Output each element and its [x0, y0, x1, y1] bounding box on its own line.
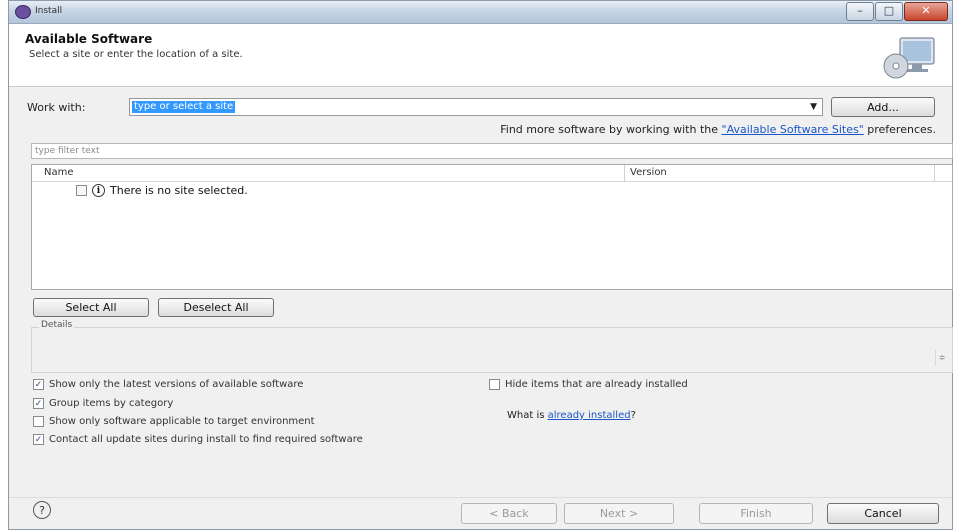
work-with-label: Work with: [27, 101, 86, 114]
page-description: Select a site or enter the location of a… [29, 49, 243, 60]
details-scroll-icon[interactable]: ≑ [935, 350, 948, 366]
tree-row[interactable]: i There is no site selected. [76, 184, 248, 197]
target-environment-checkbox[interactable] [33, 416, 44, 427]
option-contact-sites[interactable]: ✓ Contact all update sites during instal… [33, 434, 363, 445]
title-bar: Install – □ ✕ [9, 1, 952, 24]
row-checkbox[interactable] [76, 185, 87, 196]
details-group: ≑ [31, 327, 953, 373]
tree-header: Name Version [32, 165, 952, 182]
details-label: Details [39, 320, 75, 330]
available-sites-hint: Find more software by working with the "… [500, 123, 936, 136]
install-window-icon [15, 5, 31, 19]
column-divider [624, 165, 625, 181]
back-button[interactable]: < Back [461, 503, 557, 524]
deselect-all-button[interactable]: Deselect All [158, 298, 274, 317]
add-button[interactable]: Add... [831, 97, 935, 117]
work-with-value[interactable]: type or select a site [132, 101, 236, 113]
already-installed-link[interactable]: already installed [548, 410, 631, 421]
install-dialog: Install – □ ✕ Available Software Select … [8, 0, 953, 530]
column-name[interactable]: Name [44, 167, 74, 178]
software-tree[interactable]: Name Version i There is no site selected… [31, 164, 953, 290]
option-group-by-category[interactable]: ✓ Group items by category [33, 398, 173, 409]
dropdown-arrow-icon[interactable]: ▼ [810, 102, 817, 112]
next-button[interactable]: Next > [564, 503, 674, 524]
option-latest-versions[interactable]: ✓ Show only the latest versions of avail… [33, 379, 303, 390]
contact-sites-checkbox[interactable]: ✓ [33, 434, 44, 445]
wizard-header: Available Software Select a site or ente… [9, 24, 952, 87]
latest-versions-label: Show only the latest versions of availab… [49, 379, 304, 390]
option-hide-installed[interactable]: Hide items that are already installed [489, 379, 688, 390]
hide-installed-checkbox[interactable] [489, 379, 500, 390]
page-title: Available Software [25, 32, 153, 46]
help-icon[interactable]: ? [33, 501, 51, 519]
hint-suffix: preferences. [863, 123, 936, 136]
contact-sites-label: Contact all update sites during install … [49, 434, 363, 445]
work-with-combo[interactable]: type or select a site ▼ [129, 98, 823, 116]
what-is-suffix: ? [630, 410, 636, 421]
what-is-prefix: What is [507, 410, 548, 421]
hide-installed-label: Hide items that are already installed [505, 379, 688, 390]
monitor-cd-icon [883, 37, 935, 79]
hint-prefix: Find more software by working with the [500, 123, 722, 136]
latest-versions-checkbox[interactable]: ✓ [33, 379, 44, 390]
window-title: Install [35, 6, 63, 16]
option-target-environment[interactable]: Show only software applicable to target … [33, 416, 315, 427]
cancel-button[interactable]: Cancel [827, 503, 939, 524]
available-software-sites-link[interactable]: "Available Software Sites" [722, 123, 864, 136]
group-by-category-label: Group items by category [49, 398, 174, 409]
group-by-category-checkbox[interactable]: ✓ [33, 398, 44, 409]
column-version[interactable]: Version [630, 167, 667, 178]
window-controls: – □ ✕ [846, 2, 948, 21]
info-icon: i [92, 184, 105, 197]
footer-separator [9, 497, 952, 498]
column-divider [934, 165, 935, 181]
select-all-button[interactable]: Select All [33, 298, 149, 317]
what-is-installed: What is already installed? [507, 410, 636, 421]
no-site-message: There is no site selected. [110, 184, 248, 197]
close-button[interactable]: ✕ [904, 2, 948, 21]
maximize-button[interactable]: □ [875, 2, 903, 21]
minimize-button[interactable]: – [846, 2, 874, 21]
target-environment-label: Show only software applicable to target … [49, 416, 315, 427]
filter-input[interactable]: type filter text [31, 143, 953, 159]
finish-button[interactable]: Finish [699, 503, 813, 524]
